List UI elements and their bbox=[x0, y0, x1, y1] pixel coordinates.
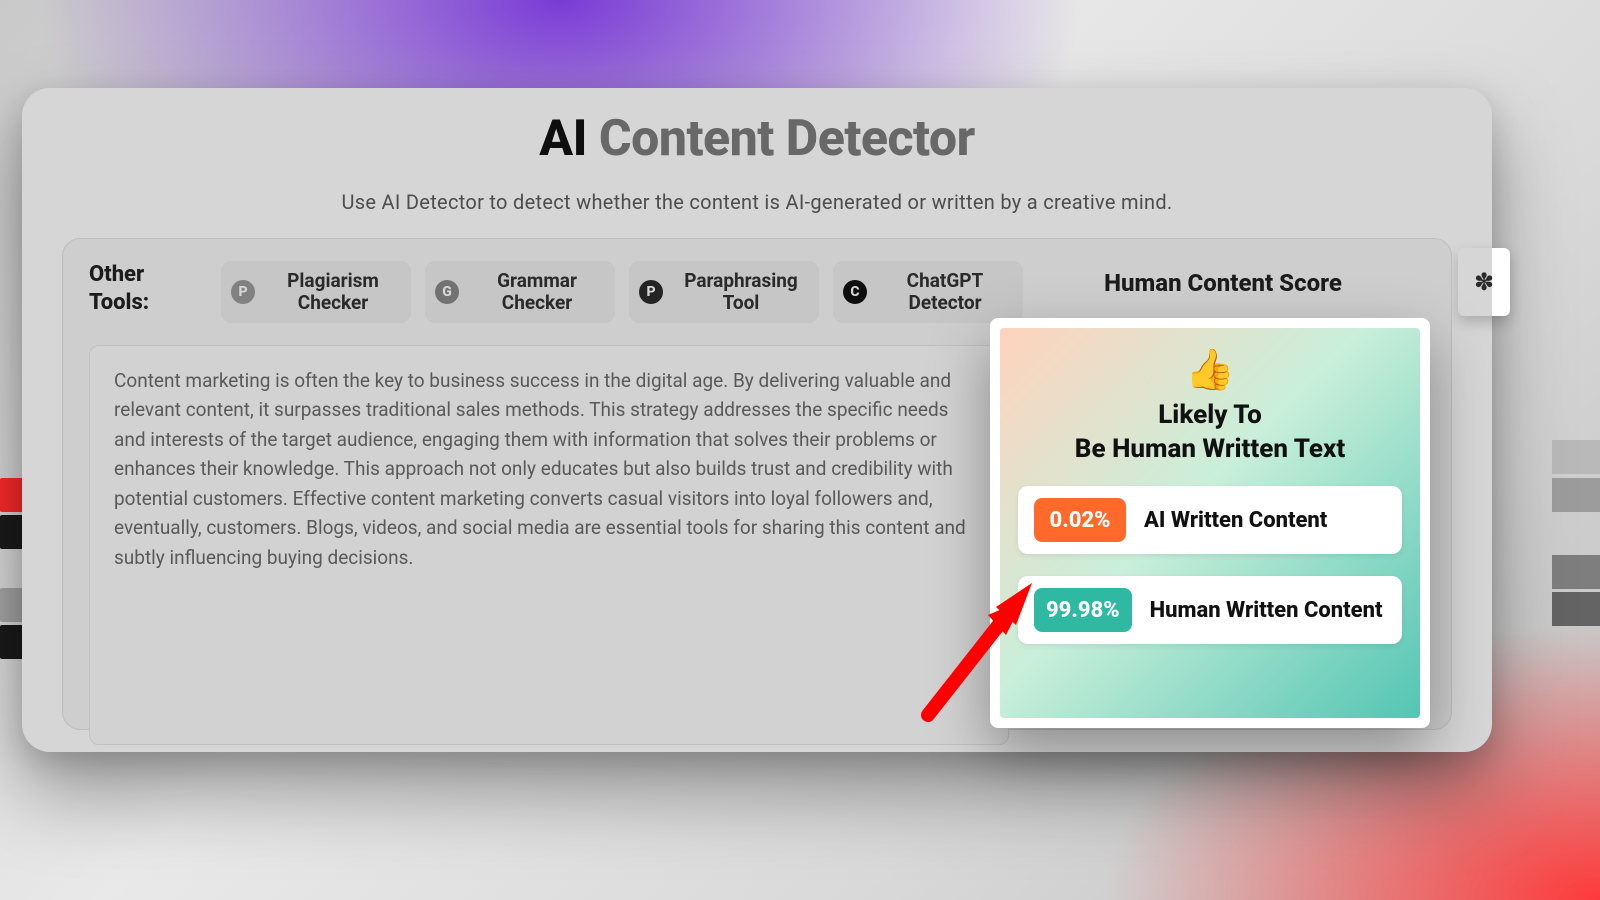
tool-badge-icon: C bbox=[843, 280, 867, 304]
thumbs-up-icon: 👍 bbox=[1185, 350, 1235, 390]
human-score-row: 99.98% Human Written Content bbox=[1018, 576, 1402, 644]
side-widget-glyph: ✽ bbox=[1474, 268, 1494, 296]
tool-badge-icon: P bbox=[639, 280, 663, 304]
tool-plagiarism-checker[interactable]: P Plagiarism Checker bbox=[221, 261, 411, 323]
content-input-text: Content marketing is often the key to bu… bbox=[114, 369, 966, 569]
human-content-score-heading: Human Content Score bbox=[1063, 269, 1383, 297]
result-heading-line2: Be Human Written Text bbox=[1075, 434, 1345, 464]
human-score-label: Human Written Content bbox=[1150, 598, 1383, 623]
side-widget[interactable]: ✽ bbox=[1458, 248, 1510, 316]
result-card-inner: 👍 Likely To Be Human Written Text 0.02% … bbox=[1000, 328, 1420, 718]
ai-score-row: 0.02% AI Written Content bbox=[1018, 486, 1402, 554]
tool-paraphrasing[interactable]: P Paraphrasing Tool bbox=[629, 261, 819, 323]
ai-score-percent: 0.02% bbox=[1034, 498, 1126, 542]
human-score-percent: 99.98% bbox=[1034, 588, 1132, 632]
tool-label-text: Plagiarism Checker bbox=[265, 270, 401, 314]
page-subtitle: Use AI Detector to detect whether the co… bbox=[22, 190, 1492, 214]
tool-badge-icon: P bbox=[231, 280, 255, 304]
bg-stripe bbox=[1552, 478, 1600, 512]
title-accent: AI bbox=[539, 110, 587, 168]
result-heading-line1: Likely To bbox=[1158, 400, 1262, 430]
bg-stripe bbox=[1552, 592, 1600, 626]
bg-stripe bbox=[1552, 440, 1600, 474]
tool-badge-icon: G bbox=[435, 280, 459, 304]
tool-grammar-checker[interactable]: G Grammar Checker bbox=[425, 261, 615, 323]
tool-chatgpt-detector[interactable]: C ChatGPT Detector bbox=[833, 261, 1023, 323]
content-input[interactable]: Content marketing is often the key to bu… bbox=[89, 345, 1009, 745]
other-tools-label: Other Tools: bbox=[89, 261, 207, 316]
tool-label-text: ChatGPT Detector bbox=[877, 270, 1013, 314]
bg-stripe bbox=[1552, 555, 1600, 589]
tool-label-text: Paraphrasing Tool bbox=[673, 270, 809, 314]
page-title: AI Content Detector bbox=[22, 88, 1492, 168]
result-card: 👍 Likely To Be Human Written Text 0.02% … bbox=[990, 318, 1430, 728]
title-rest: Content Detector bbox=[587, 110, 975, 168]
tool-label-text: Grammar Checker bbox=[469, 270, 605, 314]
ai-score-label: AI Written Content bbox=[1144, 508, 1327, 533]
